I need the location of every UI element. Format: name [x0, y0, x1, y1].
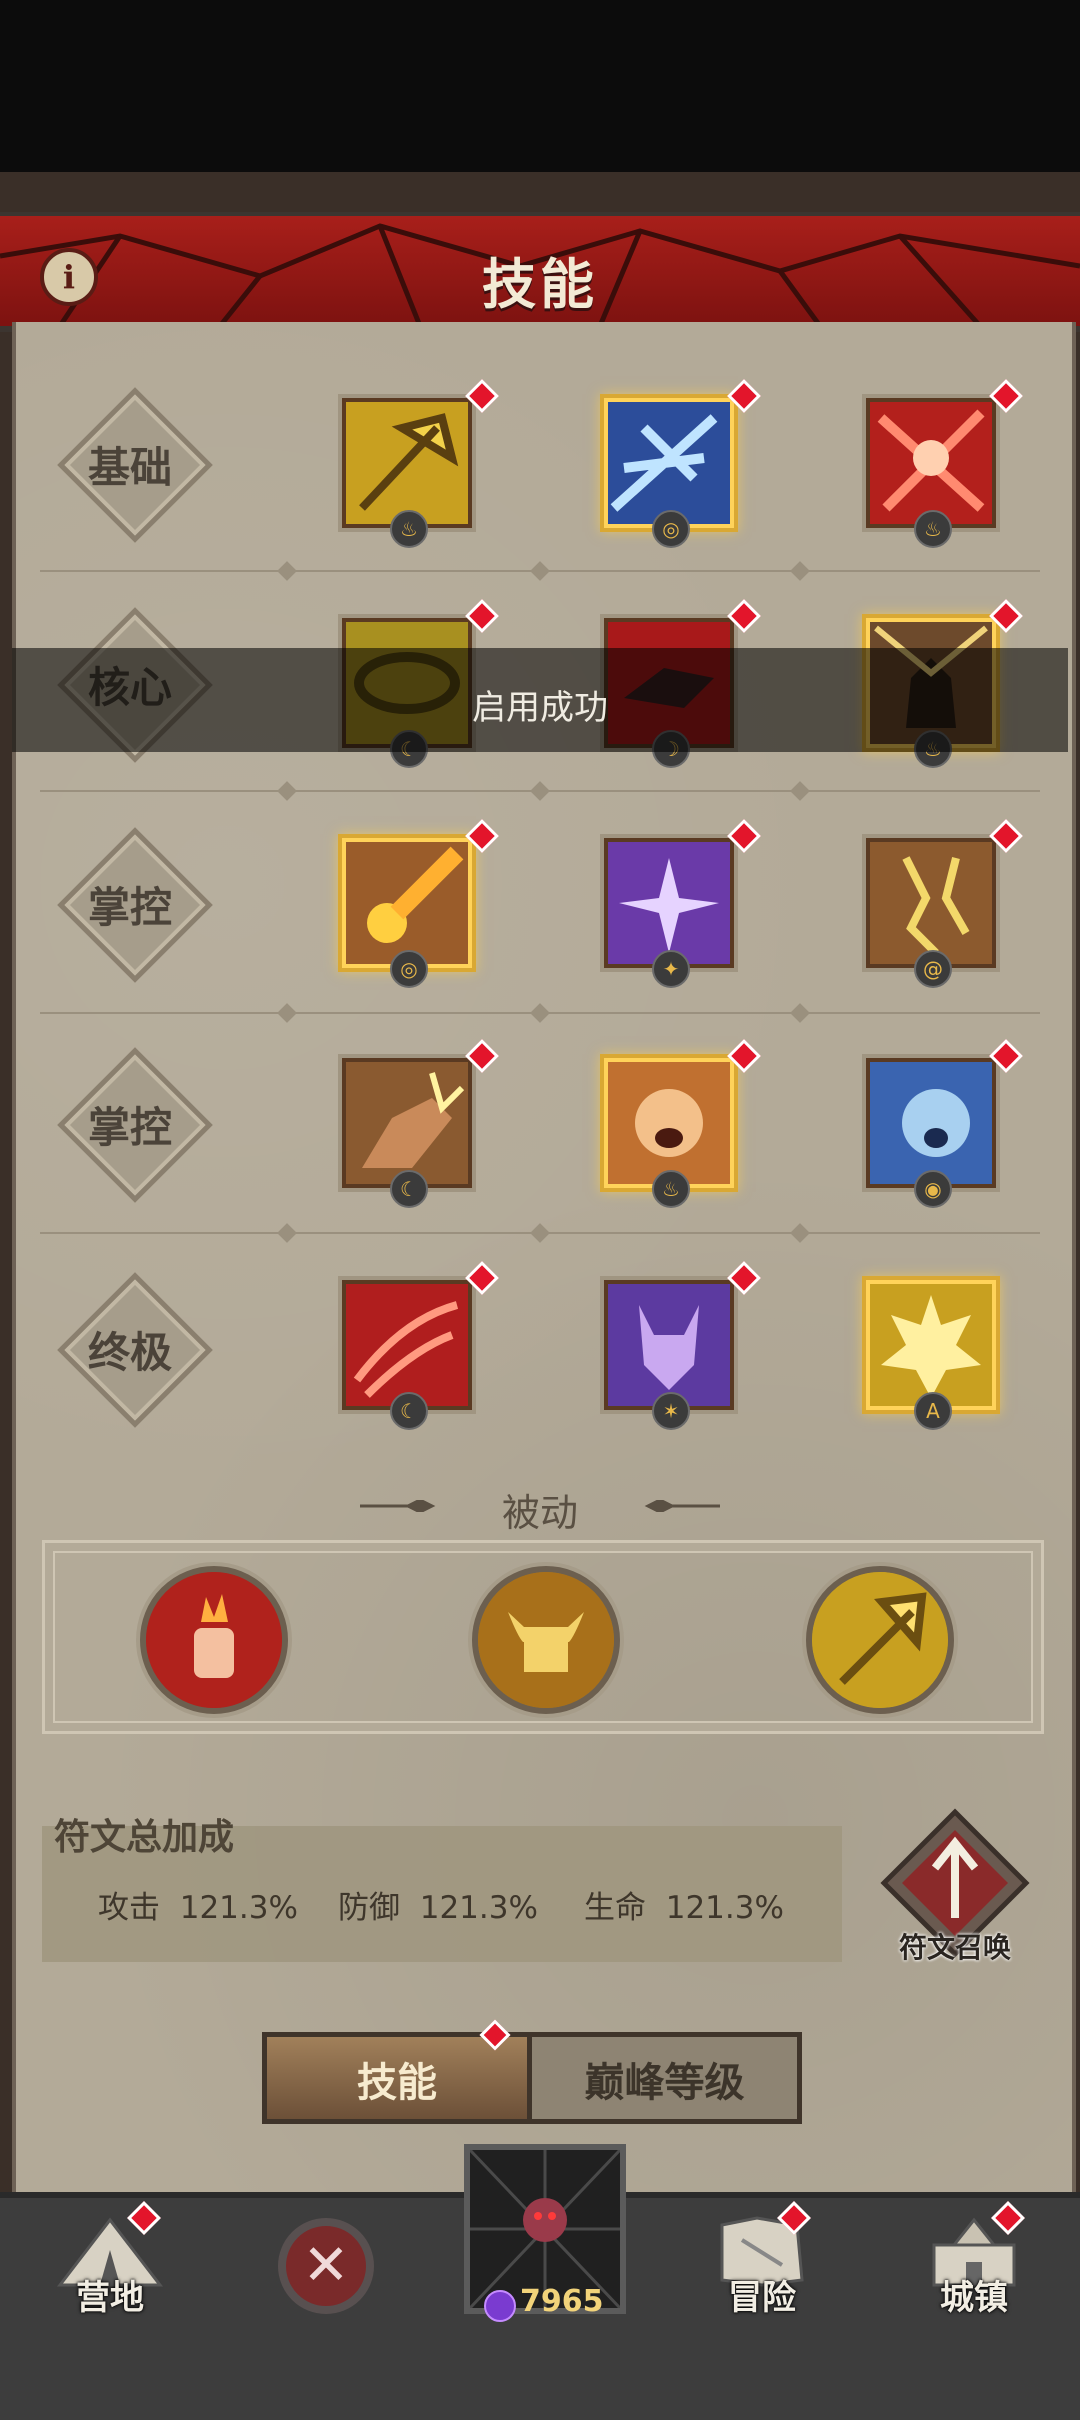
skill-frost-roar[interactable]: ◉	[866, 1039, 1023, 1208]
element-badge-icon: ♨	[652, 1170, 690, 1208]
element-badge-icon: ♨	[914, 510, 952, 548]
element-badge-icon: A	[914, 1392, 952, 1430]
title-bar: i 技能	[0, 212, 1080, 332]
horned-helmet-icon	[478, 1572, 614, 1708]
skill-golden-avatar[interactable]: A	[866, 1280, 996, 1430]
skill-roar-beast[interactable]: ♨	[604, 1039, 761, 1208]
flame-fist-icon	[146, 1572, 282, 1708]
skill-red-warrior[interactable]: ♨	[866, 379, 1023, 548]
row-divider	[40, 1223, 1040, 1243]
row-divider	[40, 561, 1040, 581]
crystal-currency-icon	[484, 2290, 516, 2322]
skill-ice-hammer[interactable]: ◎	[604, 379, 761, 548]
rune-bonus-title: 符文总加成	[54, 1817, 235, 1858]
skill-red-dragon-slash[interactable]: ☾	[342, 1261, 499, 1430]
nav-camp-label: 营地	[76, 2278, 144, 2318]
passive-flame-fist[interactable]	[140, 1566, 288, 1714]
element-badge-icon: ◉	[914, 1170, 952, 1208]
element-badge-icon: ♨	[390, 510, 428, 548]
rune-summon-label: 符文召唤	[898, 1931, 1011, 1964]
tab-peak-level[interactable]: 巅峰等级	[532, 2032, 802, 2124]
toast-message: 启用成功	[472, 688, 608, 728]
tab-bar: 技能 巅峰等级	[262, 2019, 802, 2124]
skill-purple-demon[interactable]: ✶	[604, 1261, 761, 1430]
row-label-mastery-1: 掌控	[57, 827, 213, 983]
rune-stat-defense: 防御 121.3%	[338, 1890, 538, 1926]
toast-notification: 启用成功	[12, 648, 1068, 752]
element-badge-icon: ☾	[390, 1170, 428, 1208]
status-area	[0, 0, 1080, 172]
element-badge-icon: ◎	[652, 510, 690, 548]
element-badge-icon: ✶	[652, 1392, 690, 1430]
row-label-mastery-2: 掌控	[57, 1047, 213, 1203]
element-badge-icon: ✦	[652, 950, 690, 988]
element-badge-icon: ☾	[390, 1392, 428, 1430]
gold-axe-passive-icon	[812, 1572, 948, 1708]
close-button[interactable]: ✕	[278, 2218, 374, 2314]
skill-earth-crack[interactable]: @	[866, 819, 1023, 988]
element-badge-icon: ◎	[390, 950, 428, 988]
ornament-right	[644, 1500, 720, 1512]
row-label-basic: 基础	[57, 387, 213, 543]
nav-town-label: 城镇	[940, 2278, 1008, 2318]
nav-adventure-label: 冒险	[728, 2278, 796, 2318]
skill-charge-fist[interactable]: ☾	[342, 1039, 499, 1208]
row-divider	[40, 781, 1040, 801]
page-title: 技能	[482, 253, 598, 316]
element-badge-icon: @	[914, 950, 952, 988]
passive-title: 被动	[501, 1491, 578, 1535]
passive-gold-axe[interactable]	[806, 1566, 954, 1714]
row-label-ultimate: 终极	[57, 1272, 213, 1428]
skill-fire-comet[interactable]: ◎	[342, 819, 499, 988]
skill-purple-burst[interactable]: ✦	[604, 819, 761, 988]
passive-horned-helmet[interactable]	[472, 1566, 620, 1714]
currency-value: 7965	[520, 2284, 604, 2319]
skill-golden-axe[interactable]: ♨	[342, 379, 499, 548]
row-divider	[40, 1003, 1040, 1023]
rune-stat-health: 生命 121.3%	[584, 1890, 784, 1926]
rune-stat-attack: 攻击 121.3%	[98, 1890, 298, 1926]
